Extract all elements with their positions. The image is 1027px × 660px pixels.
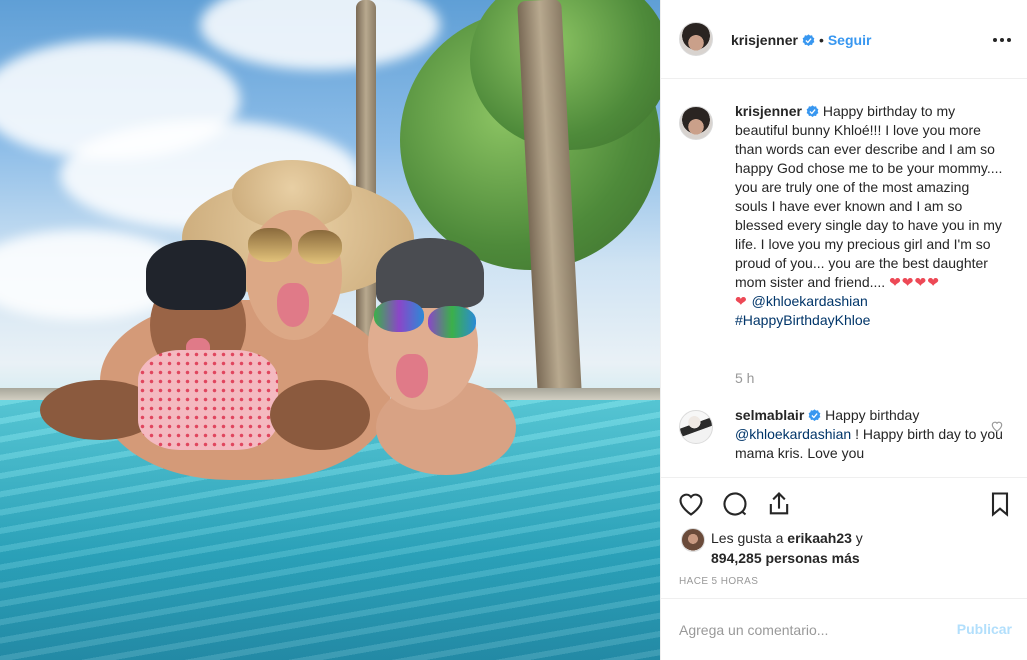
caption-hashtag-link[interactable]: #HappyBirthdayKhloe	[735, 312, 870, 328]
verified-badge-icon	[802, 34, 815, 47]
likes-count[interactable]: 894,285 personas más	[711, 550, 860, 566]
comment-text: selmablair Happy birthday @khloekardashi…	[735, 406, 1005, 463]
likes-conj: y	[855, 530, 863, 546]
comment-icon[interactable]	[721, 490, 749, 518]
cloud	[200, 0, 440, 70]
caption-mention-link[interactable]: @khloekardashian	[752, 293, 868, 309]
commenter-avatar[interactable]	[679, 410, 713, 444]
bookmark-icon[interactable]	[986, 490, 1014, 518]
caption-text: krisjenner Happy birthday to my beautifu…	[735, 102, 1005, 330]
sunglasses	[248, 228, 292, 262]
comment-like-icon[interactable]	[990, 419, 1004, 433]
sunglasses	[298, 230, 342, 264]
post-age[interactable]: HACE 5 HORAS	[679, 576, 758, 587]
tongue	[277, 283, 309, 327]
caption-timestamp[interactable]: 5 h	[735, 370, 754, 386]
baseball-cap	[376, 238, 484, 308]
baby-turban	[146, 240, 246, 310]
share-icon[interactable]	[765, 490, 793, 518]
mirror-sunglasses	[374, 300, 424, 332]
comments-list[interactable]: krisjenner Happy birthday to my beautifu…	[661, 80, 1027, 476]
baby-arm	[270, 380, 370, 450]
author-username[interactable]: krisjenner	[731, 32, 798, 48]
caption-author[interactable]: krisjenner	[735, 103, 802, 119]
caption-hearts: ❤❤❤❤	[889, 274, 940, 290]
comment-author[interactable]: selmablair	[735, 407, 804, 423]
verified-badge-icon	[806, 105, 819, 118]
comment-mention-link[interactable]: @khloekardashian	[735, 426, 851, 442]
comment-body-start: Happy birthday	[825, 407, 920, 423]
post-header: krisjenner • Seguir	[661, 0, 1027, 79]
author-avatar[interactable]	[679, 22, 713, 56]
mirror-sunglasses	[428, 306, 476, 338]
add-comment-bar: Publicar	[661, 598, 1027, 660]
action-bar: Les gusta a erikaah23 y 894,285 personas…	[661, 477, 1027, 597]
likes-prefix: Les gusta a	[711, 530, 784, 546]
tongue	[396, 354, 428, 398]
post-sidebar: krisjenner • Seguir krisjenner Happy birth…	[660, 0, 1027, 660]
publish-button[interactable]: Publicar	[957, 621, 1012, 637]
caption-heart: ❤	[735, 293, 748, 309]
palm-trunk	[356, 0, 376, 360]
separator: •	[818, 32, 824, 48]
likes-summary: Les gusta a erikaah23 y 894,285 personas…	[711, 528, 863, 568]
author-row: krisjenner • Seguir	[731, 32, 871, 50]
baby-swimsuit	[138, 350, 278, 450]
verified-badge-icon	[808, 409, 821, 422]
more-options-icon[interactable]	[992, 30, 1012, 50]
follow-button[interactable]: Seguir	[828, 32, 872, 48]
post-photo[interactable]	[0, 0, 660, 660]
comment-input[interactable]	[679, 619, 939, 641]
liker-avatar[interactable]	[681, 528, 705, 552]
caption-author-avatar[interactable]	[679, 106, 713, 140]
liker-username[interactable]: erikaah23	[787, 530, 852, 546]
caption-body: Happy birthday to my beautiful bunny Khl…	[735, 103, 1003, 290]
heart-icon[interactable]	[677, 490, 705, 518]
